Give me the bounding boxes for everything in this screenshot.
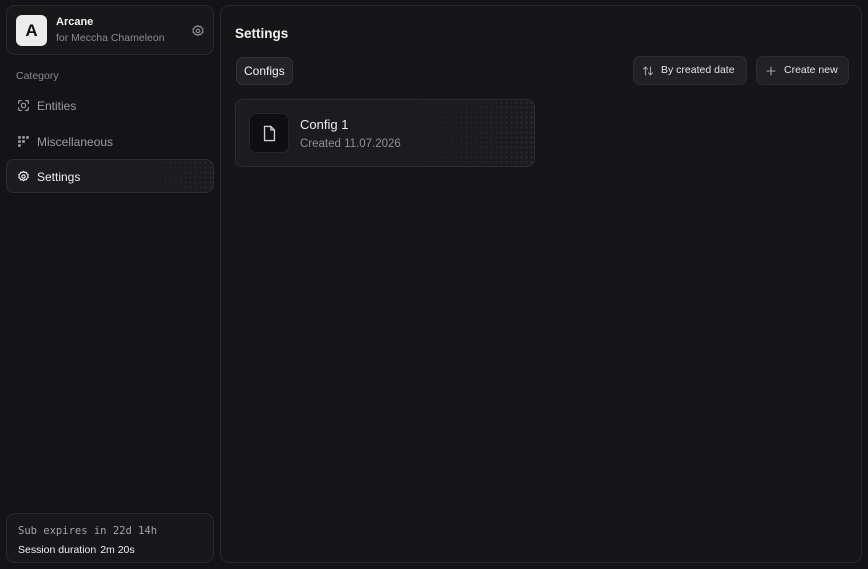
sidebar-item-entities[interactable]: Entities bbox=[6, 88, 214, 122]
grid-icon bbox=[17, 135, 30, 148]
gear-icon bbox=[17, 170, 30, 183]
sidebar-item-label: Miscellaneous bbox=[37, 135, 114, 149]
tab-configs[interactable]: Configs bbox=[236, 57, 293, 85]
app-name: Arcane bbox=[56, 16, 94, 28]
scan-icon bbox=[17, 99, 30, 112]
plus-icon bbox=[765, 65, 777, 77]
dot-pattern bbox=[133, 160, 213, 192]
file-icon bbox=[262, 125, 277, 142]
dot-pattern bbox=[404, 100, 534, 166]
sidebar-item-settings[interactable]: Settings bbox=[6, 159, 214, 193]
config-file-tile bbox=[249, 113, 289, 153]
page-title: Settings bbox=[235, 26, 289, 41]
sidebar-item-label: Settings bbox=[37, 170, 81, 184]
sort-arrows-icon bbox=[642, 65, 654, 77]
config-name: Config 1 bbox=[300, 117, 349, 132]
app-subtitle: for Meccha Chameleon bbox=[56, 32, 165, 44]
gear-icon[interactable] bbox=[191, 24, 205, 38]
status-card: Sub expires in 22d 14h Session duration 2… bbox=[6, 513, 214, 563]
sidebar: A Arcane for Meccha Chameleon Category E… bbox=[0, 0, 220, 569]
category-label: Category bbox=[16, 70, 59, 82]
subscription-expiry: Sub expires in 22d 14h bbox=[18, 525, 158, 537]
sidebar-item-miscellaneous[interactable]: Miscellaneous bbox=[6, 124, 214, 158]
config-card[interactable]: Config 1 Created 11.07.2026 bbox=[235, 99, 535, 167]
sidebar-item-label: Entities bbox=[37, 99, 77, 113]
main-panel: Settings Configs By created date Create … bbox=[220, 5, 862, 563]
config-created-date: Created 11.07.2026 bbox=[300, 138, 401, 150]
session-value: 2m 20s bbox=[100, 544, 135, 556]
sort-by-created-date-button[interactable]: By created date bbox=[633, 56, 747, 85]
sort-button-label: By created date bbox=[661, 64, 735, 76]
session-label: Session duration bbox=[18, 544, 97, 556]
avatar: A bbox=[16, 15, 47, 46]
profile-card: A Arcane for Meccha Chameleon bbox=[6, 5, 214, 55]
create-button-label: Create new bbox=[784, 64, 838, 76]
create-new-button[interactable]: Create new bbox=[756, 56, 849, 85]
session-duration: Session duration 2m 20s bbox=[18, 544, 135, 556]
